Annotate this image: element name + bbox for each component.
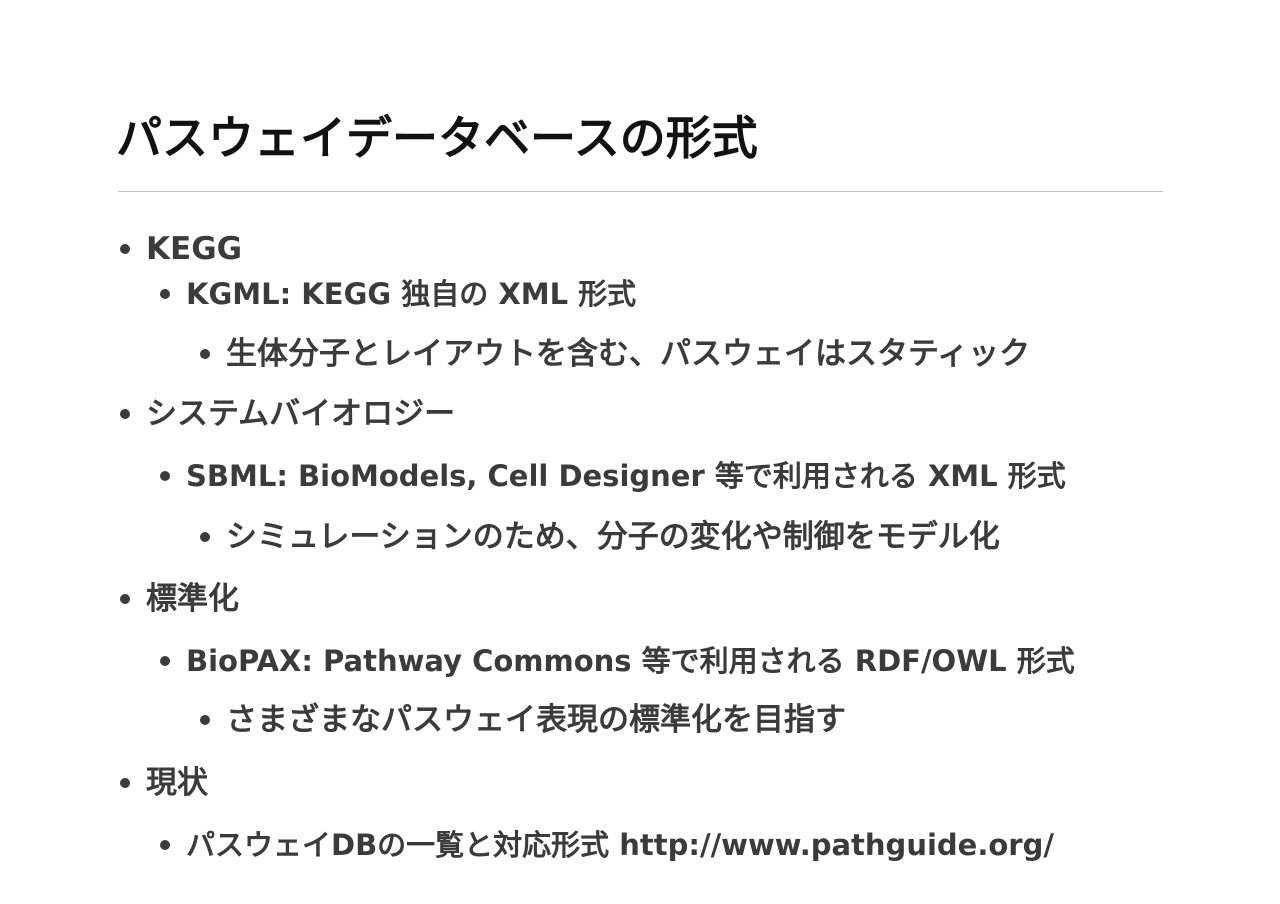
bullet-dot — [120, 244, 130, 254]
bullet-dot — [200, 715, 210, 725]
bullet-dot — [200, 349, 210, 359]
bullet-dot — [160, 656, 170, 666]
bullet-item-sbml: SBML: BioModels, Cell Designer 等で利用される X… — [160, 456, 1066, 496]
bullet-text: KGML: KEGG 独自の XML 形式 — [186, 277, 637, 311]
bullet-item-sbml-detail: シミュレーションのため、分子の変化や制御をモデル化 — [200, 517, 1000, 557]
bullet-item-current-status: 現状 — [120, 763, 208, 803]
bullet-item-standardization: 標準化 — [120, 579, 239, 619]
bullet-item-kegg: KEGG — [120, 229, 242, 269]
slide: パスウェイデータベースの形式 KEGG KGML: KEGG 独自の XML 形… — [0, 0, 1280, 904]
bullet-dot — [160, 840, 170, 850]
bullet-item-pathguide: パスウェイDBの一覧と対応形式 http://www.pathguide.org… — [160, 825, 1054, 865]
bullet-text: SBML: BioModels, Cell Designer 等で利用される X… — [186, 459, 1066, 493]
bullet-dot — [160, 471, 170, 481]
bullet-dot — [120, 778, 130, 788]
title-divider — [118, 191, 1163, 192]
bullet-text: KEGG — [146, 231, 243, 267]
bullet-dot — [120, 409, 130, 419]
bullet-text: BioPAX: Pathway Commons 等で利用される RDF/OWL … — [186, 644, 1075, 678]
bullet-text: シミュレーションのため、分子の変化や制御をモデル化 — [226, 519, 1000, 555]
bullet-text: パスウェイDBの一覧と対応形式 http://www.pathguide.org… — [186, 828, 1054, 862]
bullet-item-biopax: BioPAX: Pathway Commons 等で利用される RDF/OWL … — [160, 641, 1075, 681]
bullet-text: 生体分子とレイアウトを含む、パスウェイはスタティック — [226, 336, 1031, 372]
bullet-dot — [120, 594, 130, 604]
bullet-text: さまざまなパスウェイ表現の標準化を目指す — [226, 702, 846, 738]
bullet-item-systems-biology: システムバイオロジー — [120, 394, 455, 434]
bullet-text: 標準化 — [146, 581, 239, 617]
bullet-item-biopax-detail: さまざまなパスウェイ表現の標準化を目指す — [200, 700, 846, 740]
bullet-dot — [160, 289, 170, 299]
bullet-item-kgml-detail: 生体分子とレイアウトを含む、パスウェイはスタティック — [200, 334, 1030, 374]
bullet-dot — [200, 532, 210, 542]
bullet-text: 現状 — [146, 765, 208, 801]
bullet-item-kgml: KGML: KEGG 独自の XML 形式 — [160, 274, 636, 314]
slide-title: パスウェイデータベースの形式 — [116, 111, 758, 165]
bullet-text: システムバイオロジー — [146, 396, 456, 432]
